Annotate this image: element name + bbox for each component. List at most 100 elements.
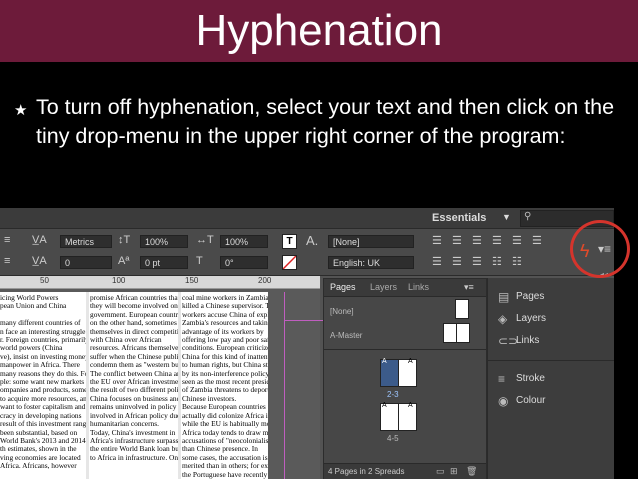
numbering-icon[interactable]: ☷ <box>512 255 522 268</box>
align-away-spine-icon[interactable]: ☰ <box>452 255 462 268</box>
dock-item-pages[interactable]: ▤ Pages <box>488 286 614 308</box>
justify-center-icon[interactable]: ☰ <box>512 234 522 247</box>
text-line: advantage of its workers by <box>182 327 264 336</box>
dock-item-layers[interactable]: ◈ Layers <box>488 308 614 330</box>
page-count-label: 4 Pages in 2 Spreads <box>328 467 405 476</box>
skew-icon: T <box>196 255 203 267</box>
dock-item-colour[interactable]: ◉ Colour <box>488 390 614 412</box>
text-line: than Chinese presence. In <box>182 445 258 454</box>
horizontal-scale-field[interactable]: 100% <box>220 235 268 248</box>
text-column-3[interactable]: coal mine workers in Zambia killed a Chin… <box>182 294 268 479</box>
text-line: to human rights, but China stands <box>182 361 268 370</box>
text-line: on the other hand, sometimes find <box>90 319 178 328</box>
justify-left-icon[interactable]: ☰ <box>492 234 502 247</box>
chevron-down-icon[interactable]: ▼ <box>502 212 511 222</box>
justify-full-icon[interactable]: ☰ <box>472 255 482 268</box>
text-line: icing World Powers <box>0 294 59 302</box>
text-column-2[interactable]: promise African countries that they will … <box>90 294 178 479</box>
trash-icon[interactable]: 🗑 <box>466 466 477 477</box>
master-right-thumbnail[interactable] <box>456 323 470 343</box>
dock-item-label: Colour <box>516 395 546 406</box>
text-line: accusations of "neocolonialism" <box>182 436 268 445</box>
none-swatch-icon[interactable] <box>282 255 297 270</box>
page-master-letter: A <box>408 402 413 409</box>
spread-label[interactable]: 2-3 <box>387 390 399 399</box>
workspace-switcher[interactable]: Essentials <box>432 212 486 224</box>
text-line: been substantial, based on <box>0 428 78 437</box>
text-line: coal mine workers in Zambia <box>182 294 268 302</box>
text-line: China for this kind of inattention <box>182 352 268 361</box>
page-master-letter: A <box>408 358 413 365</box>
baseline-shift-icon: Aª <box>118 255 130 267</box>
kerning-icon: V̲A <box>32 234 47 246</box>
text-line: the result of two different policies: <box>90 386 178 395</box>
horizontal-ruler: 50 100 150 200 <box>0 276 320 289</box>
panel-divider <box>324 349 486 350</box>
text-line: of Zambia threatens to deport <box>182 386 268 395</box>
ruler-label: 50 <box>40 276 49 285</box>
spread-label[interactable]: 4-5 <box>387 434 399 443</box>
text-line: suffer when the Chinese publically <box>90 352 178 361</box>
text-line: Today, China's investment in <box>90 428 176 437</box>
tab-layers[interactable]: Layers <box>370 282 397 292</box>
dock-item-stroke[interactable]: ≡ Stroke <box>488 368 614 390</box>
text-line: remains uninvolved in policy <box>90 403 177 412</box>
text-line: Africa. Africans, however <box>0 462 77 471</box>
fill-swatch-icon[interactable]: T <box>282 234 297 249</box>
text-line: cracy in developing nations <box>0 411 82 420</box>
skew-field[interactable]: 0° <box>220 256 268 269</box>
text-line: want to foster capitalism and <box>0 403 86 412</box>
pages-panel-footer: 4 Pages in 2 Spreads ▭ ⊞ 🗑 <box>324 463 486 479</box>
colour-icon: ◉ <box>498 394 509 408</box>
horizontal-scale-icon: ↔T <box>196 234 214 246</box>
text-line: they will become involved only in <box>90 302 178 311</box>
dock-item-label: Layers <box>516 313 547 324</box>
page-size-icon[interactable]: ▭ <box>436 466 445 477</box>
a-master-label[interactable]: A-Master <box>330 331 362 340</box>
text-line: resources. Africans themselves <box>90 344 178 353</box>
align-spine-icon[interactable]: ☰ <box>432 255 442 268</box>
bullet-point: ★ To turn off hyphenation, select your t… <box>14 93 624 151</box>
align-center-icon[interactable]: ☰ <box>452 234 462 247</box>
kerning-field[interactable]: Metrics <box>60 235 112 248</box>
vertical-scale-field[interactable]: 100% <box>140 235 188 248</box>
bullets-icon[interactable]: ☷ <box>492 255 502 268</box>
text-column-1[interactable]: icing World Powers pean Union and China m… <box>0 294 86 479</box>
new-page-icon[interactable]: ⊞ <box>450 466 458 477</box>
text-line: by its non-interference policy <box>182 369 268 378</box>
text-line: the Portuguese have recently <box>182 470 268 479</box>
master-left-thumbnail[interactable] <box>443 323 457 343</box>
text-line: with China over African <box>90 336 162 345</box>
text-line: result of this investment ranges <box>0 420 86 429</box>
search-icon: ⚲ <box>524 211 532 222</box>
text-line: workers accuse China of exploiting <box>182 310 268 319</box>
language-field[interactable]: English: UK <box>328 256 414 269</box>
dock-item-links[interactable]: ⊂⊃ Links <box>488 330 614 352</box>
text-line: Zambia's resources and taking <box>182 319 268 328</box>
none-master-label[interactable]: [None] <box>330 307 354 316</box>
text-line: Because European countries <box>182 403 266 412</box>
text-line: Africa's infrastructure surpasses <box>90 436 178 445</box>
leading-icon: ≡ <box>4 234 11 246</box>
tracking-field[interactable]: 0 <box>60 256 112 269</box>
text-line: World Bank's 2013 and 2014 <box>0 436 86 445</box>
dock-item-label: Pages <box>516 291 545 302</box>
text-line: to Africa in infrastructure. Once <box>90 453 178 462</box>
character-style-field[interactable]: [None] <box>328 235 414 248</box>
tab-pages[interactable]: Pages <box>330 282 356 292</box>
highlight-circle <box>570 220 630 278</box>
title-banner: Hyphenation <box>0 0 638 62</box>
ruler-label: 100 <box>112 276 126 285</box>
ruler-label: 200 <box>258 276 272 285</box>
text-line: The conflict between China and <box>90 369 178 378</box>
baseline-shift-field[interactable]: 0 pt <box>140 256 188 269</box>
align-right-icon[interactable]: ☰ <box>472 234 482 247</box>
align-left-icon[interactable]: ☰ <box>432 234 442 247</box>
justify-all-icon[interactable]: ☰ <box>532 234 542 247</box>
layers-icon: ◈ <box>498 312 508 326</box>
text-line: pean Union and China <box>0 302 67 311</box>
tab-links[interactable]: Links <box>408 282 429 292</box>
text-line: themselves in direct competition <box>90 327 178 336</box>
panel-menu-icon[interactable]: ▾≡ <box>464 282 474 293</box>
none-master-thumbnail[interactable] <box>455 299 469 319</box>
